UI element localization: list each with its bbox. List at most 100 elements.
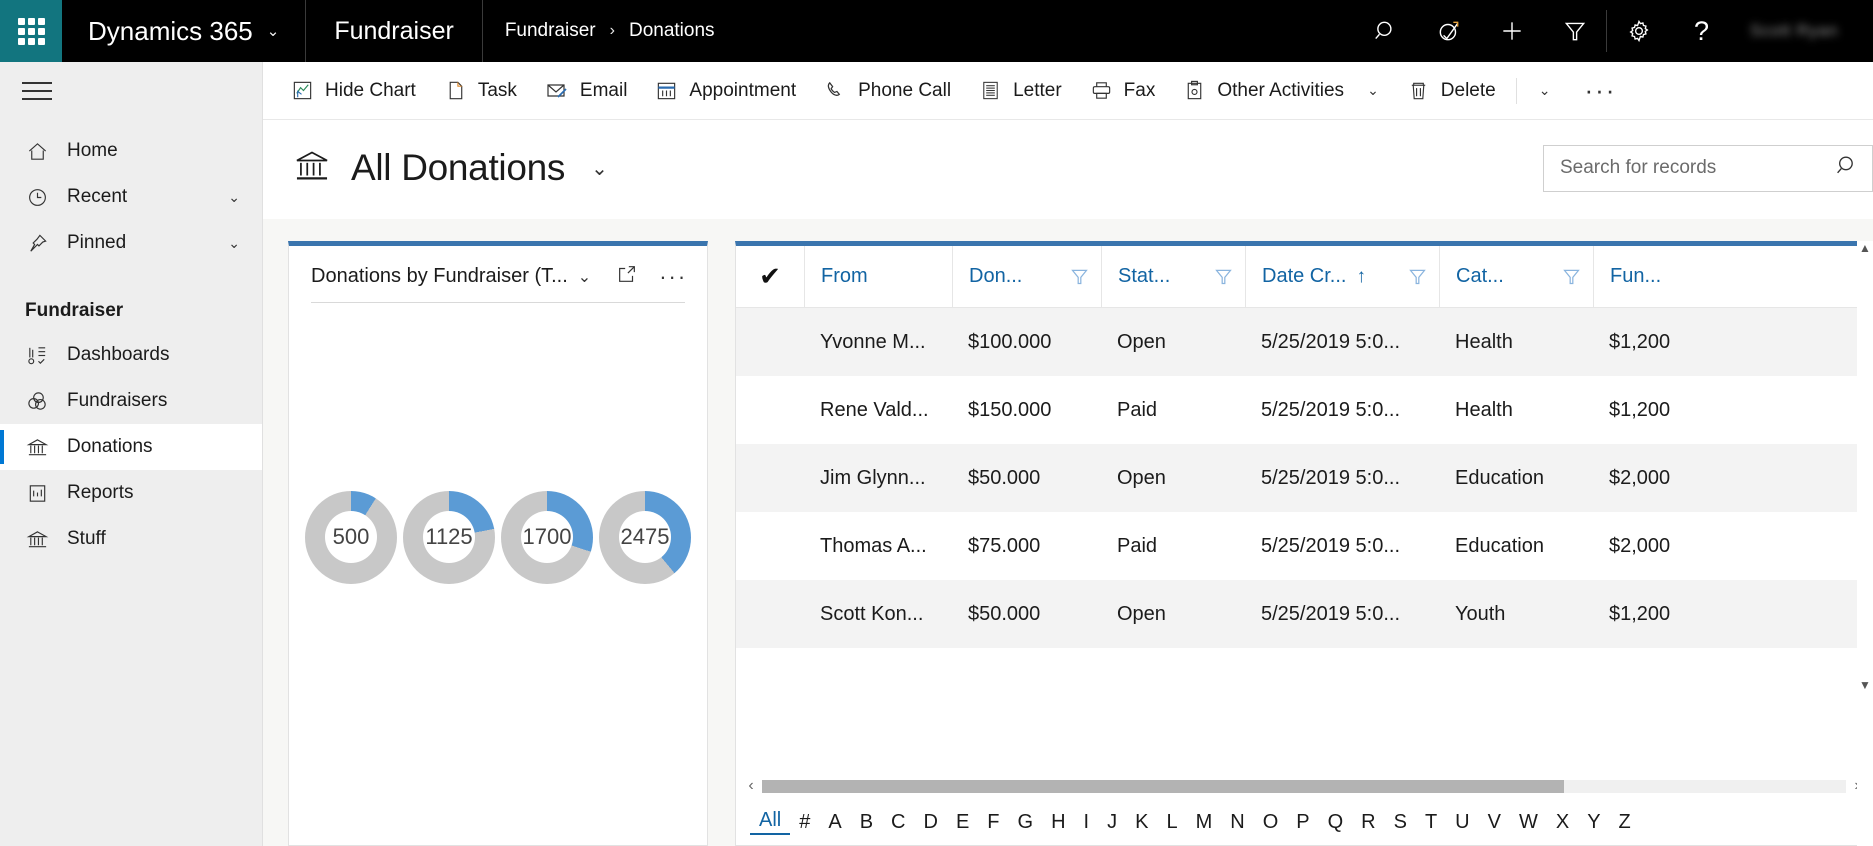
alpha-filter-c[interactable]: C (882, 812, 914, 832)
site-map-toggle-button[interactable] (0, 62, 262, 120)
column-header-from[interactable]: From (804, 246, 952, 307)
donut-chart[interactable]: 1700 (501, 491, 593, 584)
command-label: Other Activities (1217, 80, 1344, 102)
alpha-filter-l[interactable]: L (1157, 812, 1186, 832)
scroll-left-icon[interactable]: ‹ (740, 777, 762, 795)
chevron-down-icon[interactable]: ⌄ (578, 267, 591, 287)
alpha-filter-s[interactable]: S (1385, 812, 1416, 832)
column-filter-donation-icon[interactable] (1057, 246, 1101, 307)
pop-out-icon[interactable] (611, 263, 643, 290)
column-header-category[interactable]: Cat... (1439, 246, 1549, 307)
alpha-filter-e[interactable]: E (947, 812, 978, 832)
command-overflow-caret[interactable]: ⌄ (1523, 62, 1567, 119)
hide-chart-button[interactable]: Hide Chart (277, 62, 430, 119)
scroll-down-icon[interactable]: ▼ (1857, 678, 1873, 696)
breadcrumb-current[interactable]: Donations (629, 20, 715, 42)
alpha-filter-r[interactable]: R (1352, 812, 1384, 832)
column-header-status[interactable]: Stat... (1101, 246, 1201, 307)
alpha-filter-j[interactable]: J (1098, 812, 1126, 832)
alpha-filter-i[interactable]: I (1075, 812, 1099, 832)
quick-launch-icon[interactable] (1417, 0, 1480, 62)
search-records-box[interactable] (1543, 145, 1873, 192)
settings-gear-icon[interactable] (1607, 0, 1670, 62)
column-filter-category-icon[interactable] (1549, 246, 1593, 307)
scroll-track[interactable] (762, 780, 1846, 793)
alpha-filter-y[interactable]: Y (1578, 812, 1609, 832)
column-header-fund[interactable]: Fun... (1593, 246, 1872, 307)
appointment-button[interactable]: Appointment (641, 62, 810, 119)
search-icon[interactable] (1835, 153, 1860, 183)
task-button[interactable]: Task (430, 62, 531, 119)
breadcrumb-root[interactable]: Fundraiser (505, 20, 596, 42)
table-row[interactable]: Yvonne M... $100.000 Open 5/25/2019 5:0.… (736, 308, 1872, 376)
search-icon[interactable] (1354, 0, 1417, 62)
brand-dynamics-365[interactable]: Dynamics 365 ⌄ (62, 0, 306, 62)
alpha-filter-a[interactable]: A (819, 812, 850, 832)
alpha-filter-n[interactable]: N (1221, 812, 1253, 832)
alpha-filter-v[interactable]: V (1479, 812, 1510, 832)
donut-chart[interactable]: 500 (305, 491, 397, 584)
donut-chart[interactable]: 1125 (403, 491, 495, 584)
chevron-down-icon[interactable]: ⌄ (228, 189, 262, 206)
alpha-filter-m[interactable]: M (1187, 812, 1222, 832)
chevron-down-icon[interactable]: ⌄ (228, 235, 262, 252)
table-row[interactable]: Rene Vald... $150.000 Paid 5/25/2019 5:0… (736, 376, 1872, 444)
select-all-checkbox[interactable]: ✔ (736, 246, 804, 307)
sidebar-item-pinned[interactable]: Pinned ⌄ (0, 220, 262, 266)
sidebar-item-recent[interactable]: Recent ⌄ (0, 174, 262, 220)
fax-button[interactable]: Fax (1076, 62, 1170, 119)
alpha-filter-d[interactable]: D (915, 812, 947, 832)
app-launcher-button[interactable] (0, 0, 62, 62)
alpha-filter-all[interactable]: All (750, 810, 790, 835)
sidebar-item-dashboards[interactable]: Dashboards (0, 332, 262, 378)
table-row[interactable]: Scott Kon... $50.000 Open 5/25/2019 5:0.… (736, 580, 1872, 648)
alpha-filter-p[interactable]: P (1287, 812, 1318, 832)
user-avatar[interactable]: Scott Ryan (1733, 0, 1873, 62)
alpha-filter-k[interactable]: K (1126, 812, 1157, 832)
add-icon[interactable] (1480, 0, 1543, 62)
alpha-filter-z[interactable]: Z (1610, 812, 1640, 832)
filter-icon[interactable] (1543, 0, 1606, 62)
search-input[interactable] (1560, 157, 1835, 179)
alpha-filter-t[interactable]: T (1416, 812, 1446, 832)
alpha-filter-g[interactable]: G (1009, 812, 1043, 832)
sidebar-item-fundraisers[interactable]: Fundraisers (0, 378, 262, 424)
delete-button[interactable]: Delete (1393, 62, 1510, 119)
column-header-donation[interactable]: Don... (952, 246, 1057, 307)
scroll-thumb[interactable] (762, 780, 1564, 793)
cell-status: Open (1101, 603, 1245, 626)
sidebar-item-donations[interactable]: Donations (0, 424, 262, 470)
email-button[interactable]: Email (531, 62, 642, 119)
cell-category: Health (1439, 331, 1593, 354)
grid-vertical-scrollbar[interactable]: ▲ ▼ (1857, 241, 1873, 846)
chart-more-button[interactable]: ··· (653, 264, 693, 290)
alpha-filter-f[interactable]: F (978, 812, 1008, 832)
letter-button[interactable]: Letter (965, 62, 1076, 119)
column-header-date-created[interactable]: Date Cr... ↑ (1245, 246, 1395, 307)
sidebar-item-home[interactable]: Home (0, 128, 262, 174)
table-row[interactable]: Thomas A... $75.000 Paid 5/25/2019 5:0..… (736, 512, 1872, 580)
column-filter-date-icon[interactable] (1395, 246, 1439, 307)
alpha-filter-q[interactable]: Q (1319, 812, 1353, 832)
app-name-fundraiser[interactable]: Fundraiser (306, 0, 483, 62)
alpha-filter-x[interactable]: X (1547, 812, 1578, 832)
chevron-down-icon[interactable]: ⌄ (1367, 82, 1379, 99)
command-more-button[interactable]: ··· (1566, 75, 1634, 106)
alpha-filter-b[interactable]: B (851, 812, 882, 832)
alpha-filter-hash[interactable]: # (790, 812, 819, 832)
other-activities-button[interactable]: Other Activities ⌄ (1169, 62, 1392, 119)
scroll-up-icon[interactable]: ▲ (1857, 241, 1873, 259)
column-filter-status-icon[interactable] (1201, 246, 1245, 307)
sidebar-item-stuff[interactable]: Stuff (0, 516, 262, 562)
alpha-filter-u[interactable]: U (1446, 812, 1478, 832)
alpha-filter-o[interactable]: O (1254, 812, 1288, 832)
alpha-filter-h[interactable]: H (1042, 812, 1074, 832)
alpha-filter-w[interactable]: W (1510, 812, 1547, 832)
donut-chart[interactable]: 2475 (599, 491, 691, 584)
table-row[interactable]: Jim Glynn... $50.000 Open 5/25/2019 5:0.… (736, 444, 1872, 512)
grid-horizontal-scrollbar[interactable]: ‹ › (736, 773, 1872, 799)
phone-call-button[interactable]: Phone Call (810, 62, 965, 119)
chevron-down-icon[interactable]: ⌄ (591, 156, 608, 181)
sidebar-item-reports[interactable]: Reports (0, 470, 262, 516)
help-icon[interactable]: ? (1670, 0, 1733, 62)
